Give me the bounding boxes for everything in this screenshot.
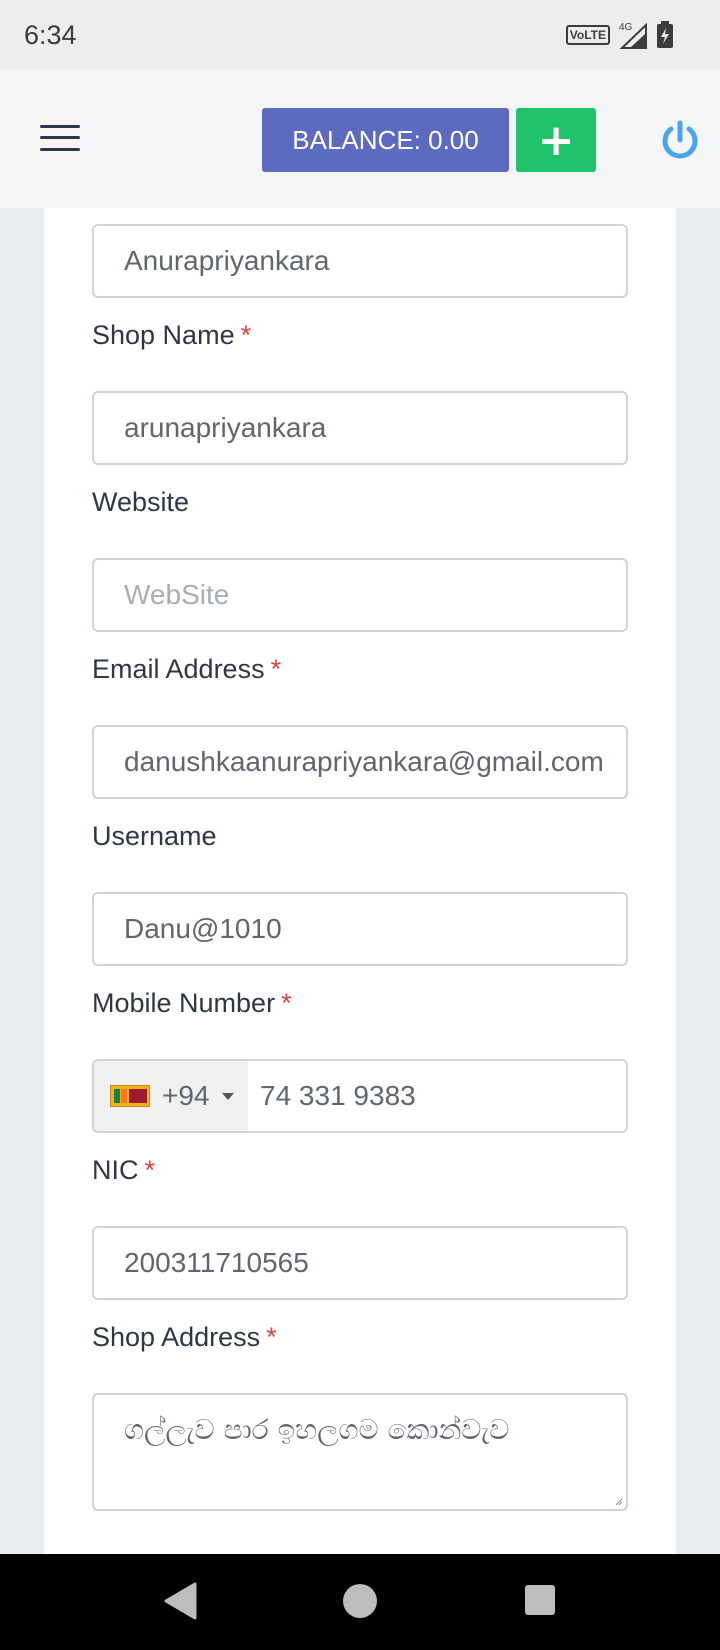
battery-charging-icon — [657, 21, 673, 48]
volte-icon: VoLTE — [565, 25, 610, 45]
add-button[interactable]: + — [516, 108, 596, 172]
website-field[interactable]: WebSite — [92, 558, 628, 632]
shop-name-field[interactable]: arunapriyankara — [92, 391, 628, 465]
back-icon[interactable] — [163, 1582, 197, 1620]
home-icon[interactable] — [343, 1584, 377, 1618]
country-code-select[interactable]: +94 — [94, 1061, 248, 1131]
signal-icon: 4G — [619, 22, 647, 49]
mobile-label-text: Mobile Number — [92, 988, 276, 1018]
shop-address-textarea[interactable]: ගල්ලැව පාර ඉහලගම කොන්වැව — [92, 1393, 628, 1511]
email-field[interactable]: danushkaanurapriyankara@gmail.com — [92, 725, 628, 799]
app-header: BALANCE: 0.00 + — [0, 70, 720, 208]
email-label: Email Address * — [92, 654, 281, 685]
email-label-text: Email Address — [92, 654, 265, 684]
mobile-number-field[interactable]: 74 331 9383 — [260, 1061, 416, 1131]
status-icons: VoLTE 4G — [565, 20, 674, 50]
shop-name-label: Shop Name * — [92, 320, 251, 351]
required-marker: * — [281, 988, 292, 1018]
status-time: 6:34 — [24, 20, 77, 50]
name-field[interactable]: Anurapriyankara — [92, 224, 628, 298]
required-marker: * — [144, 1155, 156, 1185]
shop-address-label: Shop Address * — [92, 1322, 277, 1353]
power-icon[interactable] — [658, 118, 702, 162]
nic-field[interactable]: 200311710565 — [92, 1226, 628, 1300]
recent-apps-icon[interactable] — [525, 1585, 555, 1615]
required-marker: * — [266, 1322, 277, 1352]
nic-label-text: NIC — [92, 1155, 139, 1185]
shop-address-label-text: Shop Address — [92, 1322, 261, 1352]
sri-lanka-flag-icon — [110, 1085, 150, 1107]
mobile-number-input: +94 74 331 9383 — [92, 1059, 628, 1133]
nic-label: NIC * — [92, 1155, 155, 1186]
shop-name-label-text: Shop Name — [92, 320, 235, 350]
profile-form-card: Anurapriyankara Shop Name * arunapriyanka… — [44, 208, 676, 1554]
caret-down-icon — [221, 1092, 234, 1100]
balance-button[interactable]: BALANCE: 0.00 — [262, 108, 509, 172]
required-marker: * — [240, 320, 252, 350]
username-field[interactable]: Danu@1010 — [92, 892, 628, 966]
network-type-label: 4G — [619, 22, 633, 33]
shop-address-value: ගල්ලැව පාර ඉහලගම කොන්වැව — [124, 1413, 510, 1446]
hamburger-menu-icon[interactable] — [40, 121, 80, 155]
username-label: Username — [92, 821, 217, 851]
required-marker: * — [270, 654, 282, 684]
status-bar: 6:34 VoLTE 4G — [0, 0, 720, 70]
website-label: Website — [92, 487, 190, 517]
country-code: +94 — [162, 1080, 210, 1111]
system-navigation-bar — [0, 1554, 720, 1650]
resize-grip-icon[interactable] — [615, 1498, 623, 1506]
mobile-label: Mobile Number * — [92, 988, 292, 1019]
